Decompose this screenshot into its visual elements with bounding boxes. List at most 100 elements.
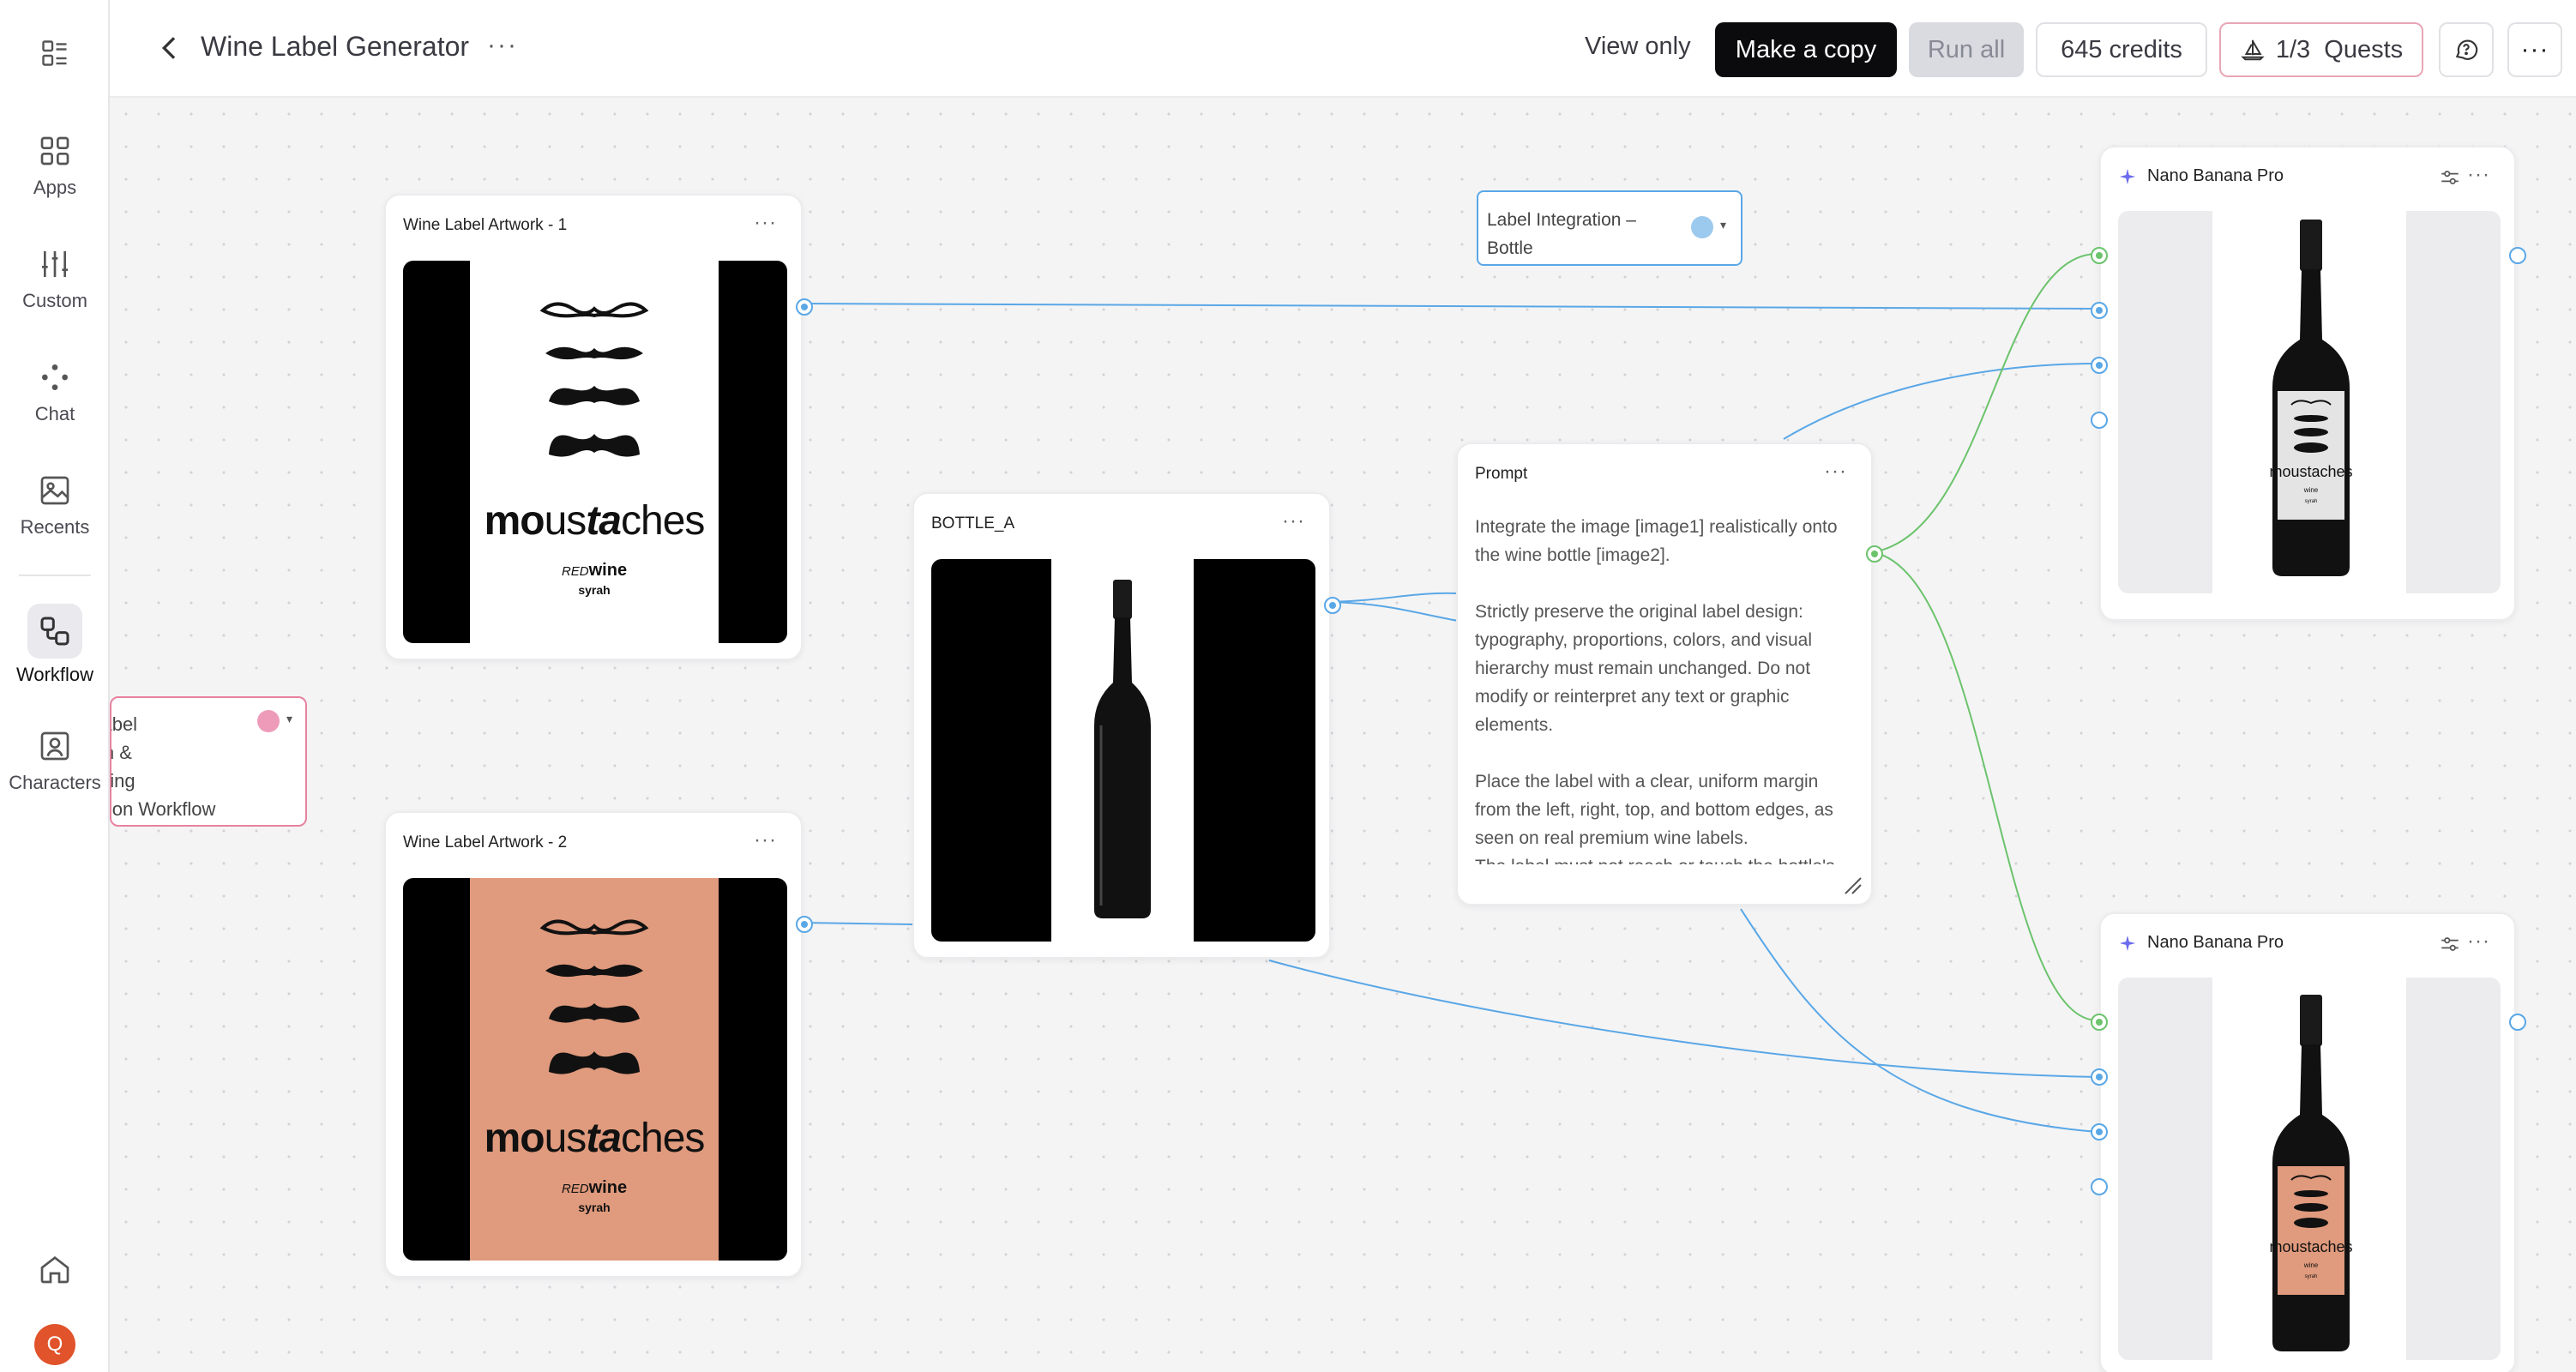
bottle-node[interactable]: BOTTLE_A ··· [912,492,1341,959]
svg-text:syrah: syrah [2305,499,2318,504]
labeled-bottle-icon: moustaches wine syrah [2269,220,2353,576]
node-title: Wine Label Artwork - 2 [403,833,568,851]
home-icon[interactable] [38,1252,72,1286]
sidebar-item-label: Recents [20,516,90,538]
sparkle-icon [2119,168,2136,184]
bottle-image [931,559,1315,942]
generated-image: moustaches wine syrah [2118,978,2501,1360]
input-port[interactable] [2091,247,2108,264]
help-button[interactable] [2439,22,2494,77]
wine-type-text: REDwine [561,1178,628,1197]
settings-sliders-icon[interactable] [2439,933,2461,955]
sidebar-item-workflow[interactable]: Workflow [0,604,110,686]
more-options-button[interactable]: ··· [2507,22,2562,77]
chevron-down-icon[interactable]: ▾ [1720,218,1726,232]
sidebar-item-chat[interactable]: Chat [0,360,110,425]
label-integration-text: Label Integration – Bottle [1487,210,1636,258]
sidebar-item-recents[interactable]: Recents [0,473,110,539]
wine-bottle-icon [1094,580,1151,918]
svg-text:moustaches: moustaches [2269,1238,2352,1255]
sidebar-divider [19,575,91,576]
help-chat-icon [2455,39,2478,60]
svg-text:wine: wine [2303,1261,2319,1269]
input-port[interactable] [2091,1123,2108,1140]
input-port[interactable] [2091,357,2108,374]
node-more-icon[interactable]: ··· [1824,460,1847,484]
resize-handle-icon[interactable] [1840,873,1863,895]
credits-button[interactable]: 645 credits [2036,22,2207,77]
sidebar-item-custom[interactable]: Custom [0,247,110,312]
output-port[interactable] [1866,545,1883,563]
node-title: Prompt [1475,465,1528,483]
output-port[interactable] [2509,247,2526,264]
generated-image: moustaches wine syrah [2118,211,2501,593]
images-icon [40,476,69,505]
view-only-label: View only [1585,33,1691,60]
label-artwork-image: moustaches REDwine syrah [403,261,787,643]
sidebar-item-label: Workflow [15,664,94,685]
model-node-2[interactable]: Nano Banana Pro ··· moustaches wine syra… [2091,912,2526,1372]
node-more-icon[interactable]: ··· [2467,930,2490,954]
prompt-textarea[interactable]: Integrate the image [image1] realistical… [1475,513,1852,864]
output-port[interactable] [1324,597,1341,614]
sliders-icon [42,251,68,277]
model-node-1[interactable]: Nano Banana Pro ··· moustaches wine syra… [2091,146,2526,621]
sidebar-item-apps[interactable]: Apps [0,134,110,199]
label-artwork-image: moustaches REDwine syrah [403,878,787,1261]
svg-text:wine: wine [2303,486,2319,494]
node-more-icon[interactable]: ··· [754,828,777,852]
avatar[interactable]: Q [34,1324,75,1365]
input-port[interactable] [2091,1068,2108,1086]
svg-text:moustaches: moustaches [2269,463,2352,480]
node-title: Wine Label Artwork - 1 [403,216,568,234]
quests-button[interactable]: 1/3 Quests [2219,22,2423,77]
moustache-stack-icon [539,302,649,457]
input-port[interactable] [2091,412,2108,429]
color-dot[interactable] [1691,216,1713,238]
artwork-node-2[interactable]: Wine Label Artwork - 2 ··· moustaches RE… [384,811,813,1278]
workflow-icon [40,617,69,646]
sidebar-item-label: Chat [34,403,75,424]
settings-sliders-icon[interactable] [2439,166,2461,189]
variety-text: syrah [578,1200,611,1214]
label-integration-node[interactable]: Label Integration – Bottle ▾ [1477,190,1742,266]
prompt-node[interactable]: Prompt ··· Integrate the image [image1] … [1456,442,1883,906]
back-chevron-icon[interactable] [153,31,187,65]
sailboat-icon [2241,39,2265,61]
chevron-down-icon[interactable]: ▾ [286,712,292,726]
quests-label: 1/3 Quests [2275,35,2404,63]
group-node-text: Wine Label Creation & Positioning Produc… [110,713,216,820]
sidebar-item-label: Characters [9,772,101,793]
color-dot[interactable] [257,710,280,732]
sparkle-icon [2119,935,2136,951]
model-title: Nano Banana Pro [2118,933,2284,953]
make-copy-button[interactable]: Make a copy [1715,22,1897,77]
svg-text:syrah: syrah [2305,1274,2318,1279]
node-title: BOTTLE_A [931,514,1015,533]
group-node[interactable]: Wine Label Creation & Positioning Produc… [110,696,307,827]
sidebar-item-label: Custom [22,290,87,311]
title-more-icon[interactable]: ··· [487,31,518,60]
input-port[interactable] [2091,1178,2108,1195]
node-more-icon[interactable]: ··· [1282,509,1305,533]
output-port[interactable] [796,298,813,316]
run-all-button[interactable]: Run all [1909,22,2024,77]
character-icon [40,731,69,761]
output-port[interactable] [796,916,813,933]
wine-type-text: REDwine [561,561,628,580]
node-more-icon[interactable]: ··· [754,211,777,235]
layout-list-icon[interactable] [39,38,70,69]
labeled-bottle-icon: moustaches wine syrah [2269,995,2353,1351]
moustache-stack-icon [539,919,649,1074]
input-port[interactable] [2091,1014,2108,1031]
artwork-node-1[interactable]: Wine Label Artwork - 1 ··· moustaches RE… [384,194,813,660]
grid-icon [40,136,69,165]
node-more-icon[interactable]: ··· [2467,163,2490,187]
sidebar-item-characters[interactable]: Characters [0,729,110,794]
output-port[interactable] [2509,1014,2526,1031]
brand-text: moustaches [484,498,706,544]
top-bar: Wine Label Generator ··· View only Make … [110,0,2576,98]
sidebar: Apps Custom Chat Recents Workflow Charac… [0,0,110,1372]
input-port[interactable] [2091,302,2108,319]
chat-dots-icon [42,364,68,390]
